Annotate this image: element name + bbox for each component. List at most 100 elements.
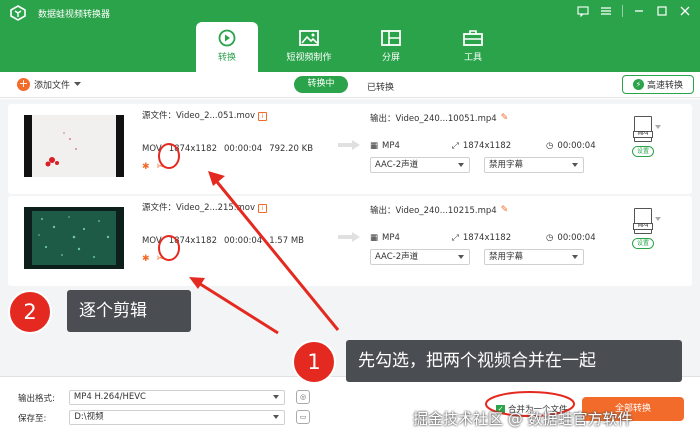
settings-button[interactable]: 设置 [632,146,654,157]
chevron-down-icon[interactable] [74,82,82,87]
plus-icon: + [17,77,30,91]
close-icon[interactable] [678,4,692,18]
tab-tools[interactable]: 工具 [442,22,504,72]
menu-icon[interactable] [599,4,613,18]
output-format-picker[interactable]: MP4 设置 [623,208,663,249]
list-item: 源文件：Video_2...215.mov i MOV 1874x1182 00… [8,196,692,286]
folder-icon[interactable]: ▭ [296,410,310,424]
split-screen-icon [381,30,401,46]
save-to-select[interactable]: D:\视频 [69,410,286,425]
video-thumbnail[interactable] [24,115,124,177]
callout-step-2: 逐个剪辑 [67,290,191,332]
pencil-icon[interactable]: ✎ [501,205,509,215]
output-resolution: 1874x1182 [462,233,512,243]
scissors-icon[interactable]: ✂ [157,254,165,264]
audio-track-select[interactable]: AAC-2声道 [370,249,470,265]
tab-converted[interactable]: 已转换 [367,80,394,93]
tab-label: 工具 [463,53,482,63]
scissors-icon[interactable]: ✂ [157,162,165,172]
output-duration: 00:00:04 [557,141,596,151]
callout-step-1: 先勾选，把两个视频合并在一起 [346,340,682,382]
source-filename: 源文件：Video_2...215.mov [142,203,256,214]
clock-icon: ◷ [546,141,554,151]
resize-icon: ⤢ [452,233,459,243]
toolbox-icon [463,30,483,46]
format-tag: MP4 [633,131,653,138]
image-icon [299,30,319,46]
high-speed-label: 高速转换 [646,81,683,91]
divider [622,5,623,17]
high-speed-convert-button[interactable]: ⚡ 高速转换 [622,75,694,94]
output-format-picker[interactable]: MP4 设置 [623,116,663,157]
output-format: MP4 [382,233,400,243]
tab-short-video[interactable]: 短视频制作 [278,22,340,72]
format-tag: MP4 [633,223,653,230]
format-settings-icon[interactable]: ◎ [296,390,310,404]
resize-icon: ⤢ [452,141,459,151]
watermark: 掘金技术社区 @ 数据蛙官方软件 [413,410,633,428]
source-duration: 00:00:04 [224,144,263,154]
tab-label: 转换 [217,53,236,63]
output-info: 输出：Video_240...10051.mp4 ✎ ▦ MP4 ⤢ 1874x11… [370,112,596,173]
list-item: 源文件：Video_2...051.mov i MOV 1874x1182 00… [8,104,692,194]
tab-split-screen[interactable]: 分屏 [360,22,422,72]
arrow-right-icon [338,140,360,150]
source-info: 源文件：Video_2...051.mov i MOV 1874x1182 00… [142,112,313,172]
audio-track-select[interactable]: AAC-2声道 [370,157,470,173]
file-format-icon: MP4 [633,116,653,142]
info-icon[interactable]: i [258,204,268,213]
output-format-select[interactable]: MP4 H.264/HEVC [68,390,285,405]
file-format-icon: MP4 [633,208,653,234]
source-info: 源文件：Video_2...215.mov i MOV 1874x1182 00… [142,204,304,264]
settings-button[interactable]: 设置 [632,238,654,249]
feedback-icon[interactable] [576,4,590,18]
app-title: 数据蛙视频转换器 [38,10,111,20]
output-info: 输出：Video_240...10215.mp4 ✎ ▦ MP4 ⤢ 1874x11… [370,204,596,265]
add-file-button[interactable]: + 添加文件 [17,77,82,91]
output-format: MP4 [382,141,400,151]
source-duration: 00:00:04 [224,236,263,246]
save-to-row: 保存至: D:\视频 [18,410,286,425]
magic-wand-icon[interactable]: ✱ [142,254,150,264]
info-icon[interactable]: i [258,112,268,121]
source-resolution: 1874x1182 [168,144,217,154]
toolbar: + 添加文件 转换中 已转换 ⚡ 高速转换 [0,72,700,98]
tab-converting[interactable]: 转换中 [294,76,348,93]
source-resolution: 1874x1182 [168,236,217,246]
chevron-down-icon[interactable] [655,125,661,129]
output-duration: 00:00:04 [557,233,596,243]
chevron-down-icon[interactable] [655,217,661,221]
title-bar: 数据蛙视频转换器 转换 短视频制作 分屏 工具 [0,0,700,72]
clock-icon: ◷ [546,233,554,243]
tab-convert[interactable]: 转换 [196,22,258,72]
source-size: 1.57 MB [269,236,304,246]
output-format-label: 输出格式: [18,393,55,404]
video-thumbnail[interactable] [24,207,124,269]
output-filename: 输出：Video_240...10215.mp4 [370,206,497,216]
minimize-icon[interactable] [632,4,646,18]
source-format: MOV [142,144,162,154]
pencil-icon[interactable]: ✎ [501,113,509,123]
film-icon: ▦ [370,141,379,151]
output-format-row: 输出格式: MP4 H.264/HEVC [18,390,285,405]
magic-wand-icon[interactable]: ✱ [142,162,150,172]
output-filename: 输出：Video_240...10051.mp4 [370,114,497,124]
add-file-label: 添加文件 [34,81,71,91]
file-list: 源文件：Video_2...051.mov i MOV 1874x1182 00… [0,99,700,376]
window-controls [576,4,692,18]
source-filename: 源文件：Video_2...051.mov [142,111,256,122]
maximize-icon[interactable] [655,4,669,18]
step-badge-2: 2 [8,290,52,334]
convert-icon [218,29,236,47]
film-icon: ▦ [370,233,379,243]
subtitle-select[interactable]: 禁用字幕 [484,157,584,173]
step-badge-1: 1 [292,340,336,384]
save-to-label: 保存至: [18,413,47,424]
app-logo-icon [10,5,26,21]
subtitle-select[interactable]: 禁用字幕 [484,249,584,265]
output-resolution: 1874x1182 [462,141,512,151]
source-format: MOV [142,236,162,246]
source-size: 792.20 KB [269,144,314,154]
tab-label: 短视频制作 [286,53,332,63]
tab-label: 分屏 [381,53,400,63]
